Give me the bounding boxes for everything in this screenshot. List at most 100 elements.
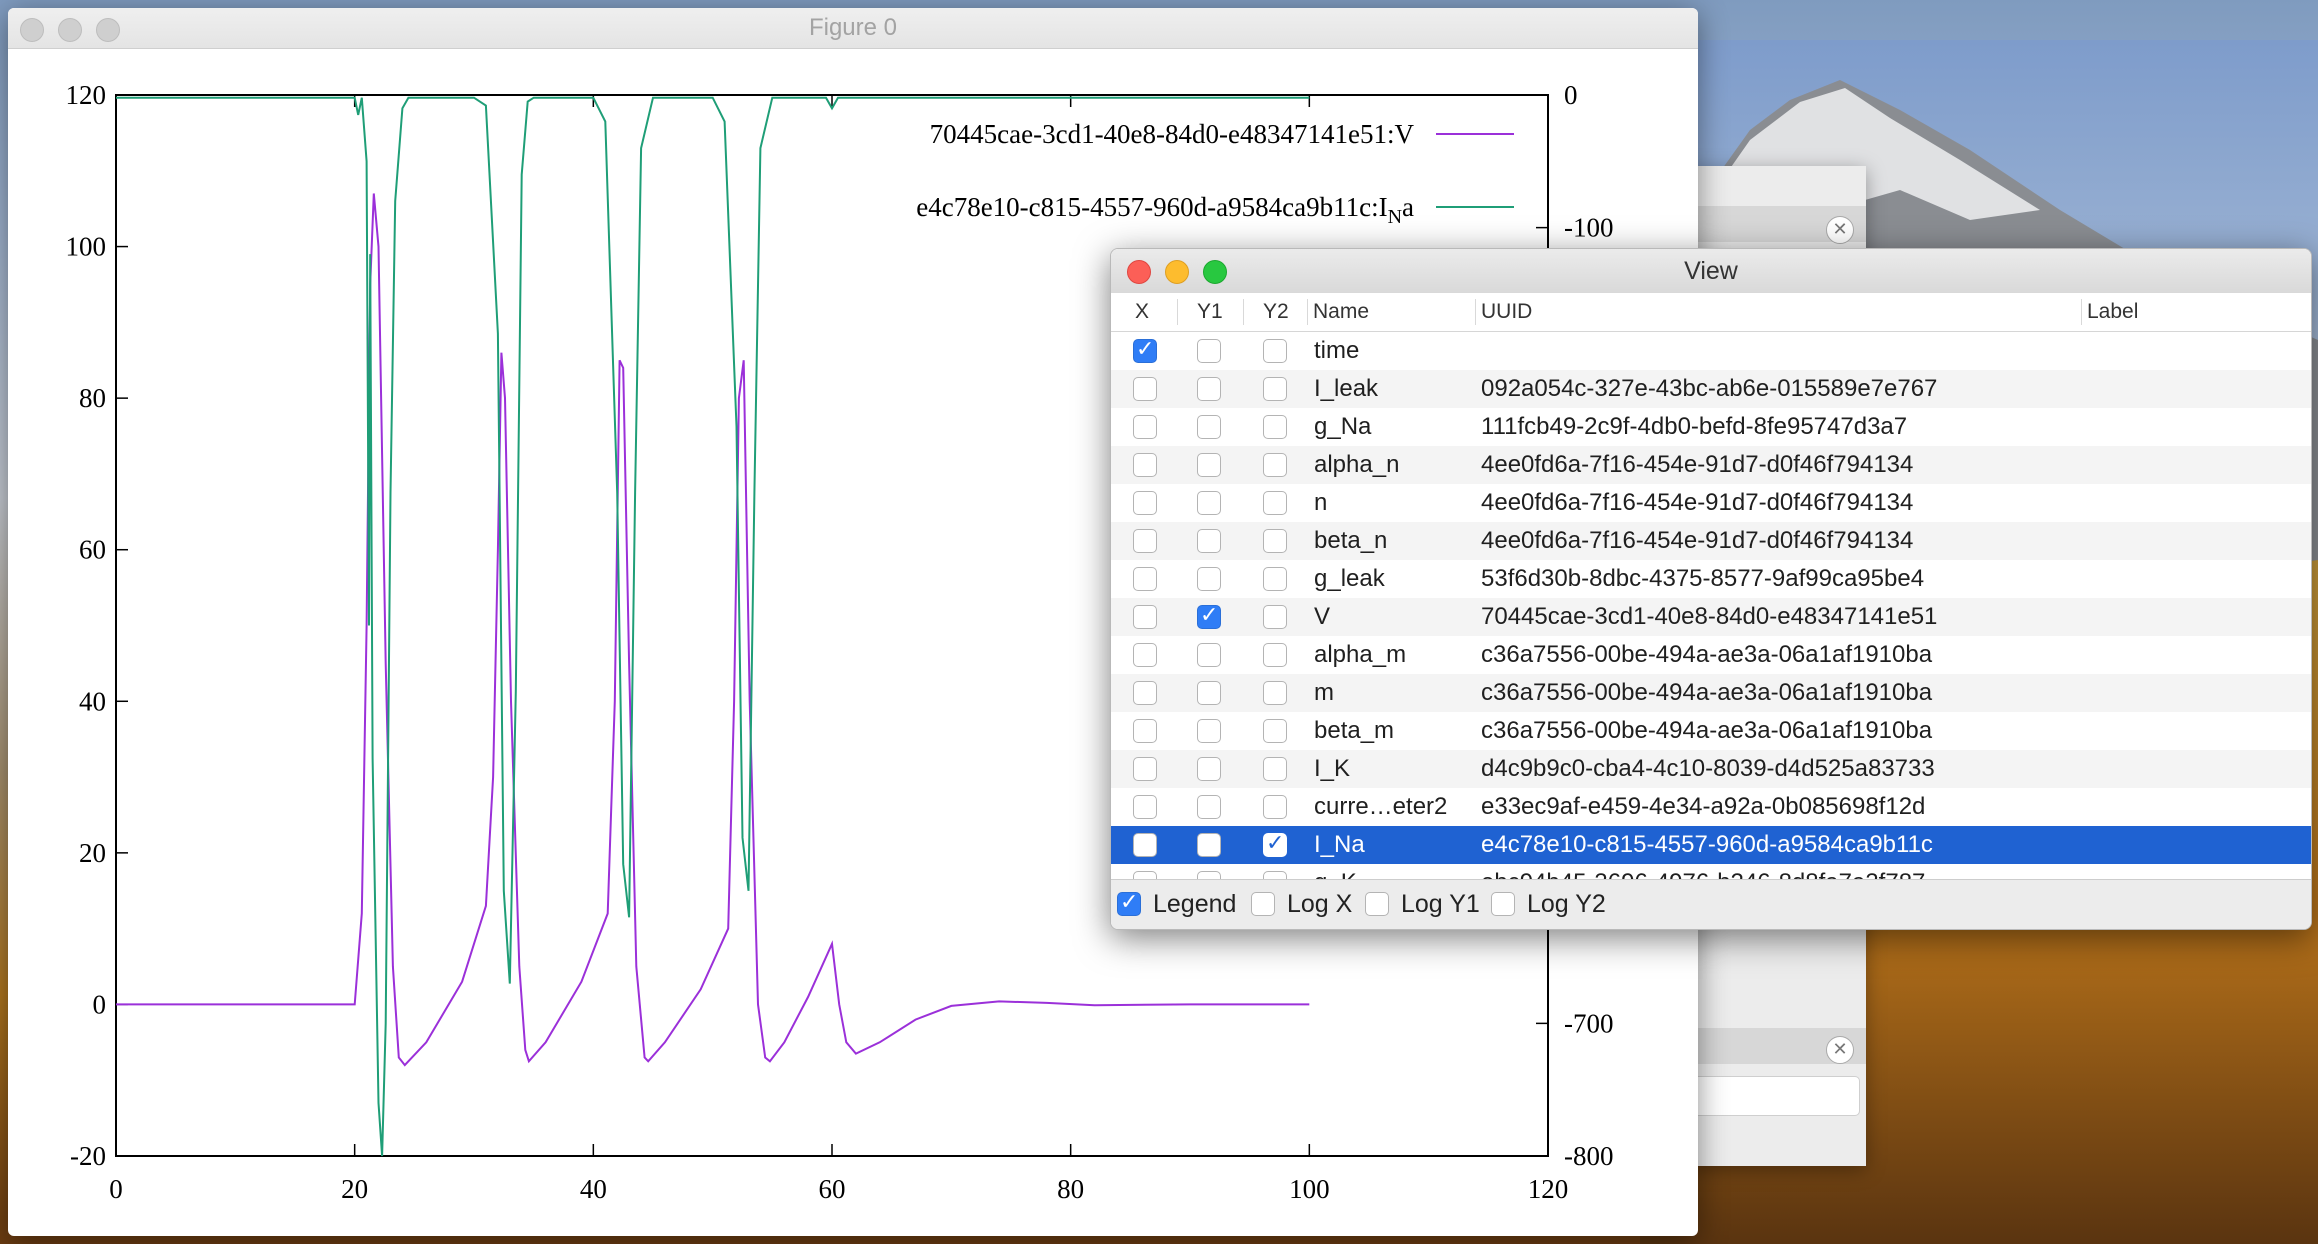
variable-name: g_leak [1314,565,1385,592]
log-y1-checkbox[interactable] [1365,892,1389,916]
variable-uuid: 111fcb49-2c9f-4db0-befd-8fe95747d3a7 [1481,413,1908,440]
column-header-label[interactable]: Label [2087,293,2138,331]
x-axis-checkbox[interactable] [1133,643,1157,667]
variable-name: curre…eter2 [1314,793,1448,820]
table-row[interactable]: time [1111,332,2311,370]
column-header-name[interactable]: Name [1313,293,1369,331]
legend-label-subscript: N [1388,206,1402,228]
x-axis-checkbox[interactable] [1133,337,1157,363]
variable-name: g_K [1314,864,1357,879]
x-axis-checkbox[interactable] [1133,795,1157,819]
y1-axis-checkbox[interactable] [1197,757,1221,781]
y1-axis-checkbox[interactable] [1197,603,1221,629]
variable-name: n [1314,489,1328,516]
variable-uuid: 53f6d30b-8dbc-4375-8577-9af99ca95be4 [1481,565,1925,592]
y1-axis-checkbox[interactable] [1197,415,1221,439]
x-tick-label: 80 [1057,1174,1084,1204]
y2-axis-checkbox[interactable] [1263,871,1287,879]
log-y2-checkbox[interactable] [1491,892,1515,916]
y2-axis-checkbox[interactable] [1263,795,1287,819]
x-axis-checkbox[interactable] [1133,491,1157,515]
background-text-field[interactable] [1690,1076,1860,1116]
y2-axis-checkbox[interactable] [1263,757,1287,781]
table-row[interactable]: I_leak 092a054c-327e-43bc-ab6e-015589e7e7… [1111,370,2311,408]
table-row[interactable]: g_leak 53f6d30b-8dbc-4375-8577-9af99ca95b… [1111,560,2311,598]
x-axis-checkbox[interactable] [1133,871,1157,879]
x-axis-checkbox[interactable] [1133,567,1157,591]
y2-axis-checkbox[interactable] [1263,491,1287,515]
variable-name: I_K [1314,755,1351,782]
table-row[interactable]: beta_n 4ee0fd6a-7f16-454e-91d7-d0f46f7941… [1111,522,2311,560]
y1-axis-checkbox[interactable] [1197,377,1221,401]
y1-axis-checkbox[interactable] [1197,643,1221,667]
legend-label-tail: a [1402,192,1414,222]
y1-axis-checkbox[interactable] [1197,491,1221,515]
table-row[interactable]: I_K d4c9b9c0-cba4-4c10-8039-d4d525a83733 [1111,750,2311,788]
table-row[interactable]: m c36a7556-00be-494a-ae3a-06a1af1910ba [1111,674,2311,712]
y2-axis-checkbox[interactable] [1263,339,1287,363]
x-axis-checkbox[interactable] [1133,833,1157,857]
log-x-label: Log X [1287,890,1353,918]
table-row[interactable]: g_Na 111fcb49-2c9f-4db0-befd-8fe95747d3a7 [1111,408,2311,446]
variable-name: beta_m [1314,717,1395,744]
x-tick-label: 0 [109,1174,123,1204]
table-row[interactable]: beta_m c36a7556-00be-494a-ae3a-06a1af1910… [1111,712,2311,750]
column-header-uuid[interactable]: UUID [1481,293,1532,331]
figure-titlebar: Figure 0 [8,8,1698,49]
x-axis-checkbox[interactable] [1133,453,1157,477]
variable-uuid: c36a7556-00be-494a-ae3a-06a1af1910ba [1481,679,1933,706]
y1-axis-checkbox[interactable] [1197,871,1221,879]
y1-tick-label: -20 [70,1141,106,1171]
table-row[interactable]: g_K ebc94b45-3696-4976-b246-8d8fa7a3f787 [1111,864,2311,879]
variable-name: V [1314,603,1331,630]
variable-uuid: 70445cae-3cd1-40e8-84d0-e48347141e51 [1481,603,1938,630]
x-axis-checkbox[interactable] [1133,605,1157,629]
x-axis-checkbox[interactable] [1133,377,1157,401]
y2-axis-checkbox[interactable] [1263,719,1287,743]
y2-axis-checkbox[interactable] [1263,681,1287,705]
y2-axis-checkbox[interactable] [1263,377,1287,401]
y2-tick-label: -700 [1564,1008,1614,1038]
table-row[interactable]: I_Na e4c78e10-c815-4557-960d-a9584ca9b11c [1111,826,2311,864]
variable-uuid: 4ee0fd6a-7f16-454e-91d7-d0f46f794134 [1481,451,1914,478]
y2-axis-checkbox[interactable] [1263,831,1287,857]
close-icon[interactable]: ✕ [1826,1036,1854,1064]
x-axis-checkbox[interactable] [1133,681,1157,705]
table-row[interactable]: alpha_n 4ee0fd6a-7f16-454e-91d7-d0f46f794… [1111,446,2311,484]
column-header-y1[interactable]: Y1 [1197,293,1223,331]
y2-axis-checkbox[interactable] [1263,415,1287,439]
y1-tick-label: 80 [79,383,106,413]
y2-axis-checkbox[interactable] [1263,529,1287,553]
x-axis-checkbox[interactable] [1133,415,1157,439]
y1-axis-checkbox[interactable] [1197,567,1221,591]
y2-tick-label: 0 [1564,80,1578,110]
y1-axis-checkbox[interactable] [1197,719,1221,743]
table-row[interactable]: V 70445cae-3cd1-40e8-84d0-e48347141e51 [1111,598,2311,636]
y1-axis-checkbox[interactable] [1197,339,1221,363]
y1-axis-checkbox[interactable] [1197,453,1221,477]
x-axis-checkbox[interactable] [1133,719,1157,743]
y2-axis-checkbox[interactable] [1263,453,1287,477]
y1-tick-label: 60 [79,535,106,565]
y2-tick-label: -100 [1564,213,1614,243]
log-x-checkbox[interactable] [1251,892,1275,916]
variable-name: time [1314,337,1360,364]
y2-axis-checkbox[interactable] [1263,643,1287,667]
table-row[interactable]: curre…eter2 e33ec9af-e459-4e34-a92a-0b085… [1111,788,2311,826]
x-axis-checkbox[interactable] [1133,757,1157,781]
x-axis-checkbox[interactable] [1133,529,1157,553]
y1-axis-checkbox[interactable] [1197,681,1221,705]
close-icon[interactable]: ✕ [1826,216,1854,244]
variable-uuid: c36a7556-00be-494a-ae3a-06a1af1910ba [1481,717,1933,744]
column-header-y2[interactable]: Y2 [1263,293,1289,331]
table-row[interactable]: alpha_m c36a7556-00be-494a-ae3a-06a1af191… [1111,636,2311,674]
column-header-x[interactable]: X [1135,293,1149,331]
legend-checkbox[interactable] [1117,890,1141,916]
legend-label-main: e4c78e10-c815-4557-960d-a9584ca9b11c:I [916,192,1387,222]
y1-axis-checkbox[interactable] [1197,833,1221,857]
y2-axis-checkbox[interactable] [1263,567,1287,591]
y1-axis-checkbox[interactable] [1197,529,1221,553]
y2-axis-checkbox[interactable] [1263,605,1287,629]
y1-axis-checkbox[interactable] [1197,795,1221,819]
table-row[interactable]: n 4ee0fd6a-7f16-454e-91d7-d0f46f794134 [1111,484,2311,522]
